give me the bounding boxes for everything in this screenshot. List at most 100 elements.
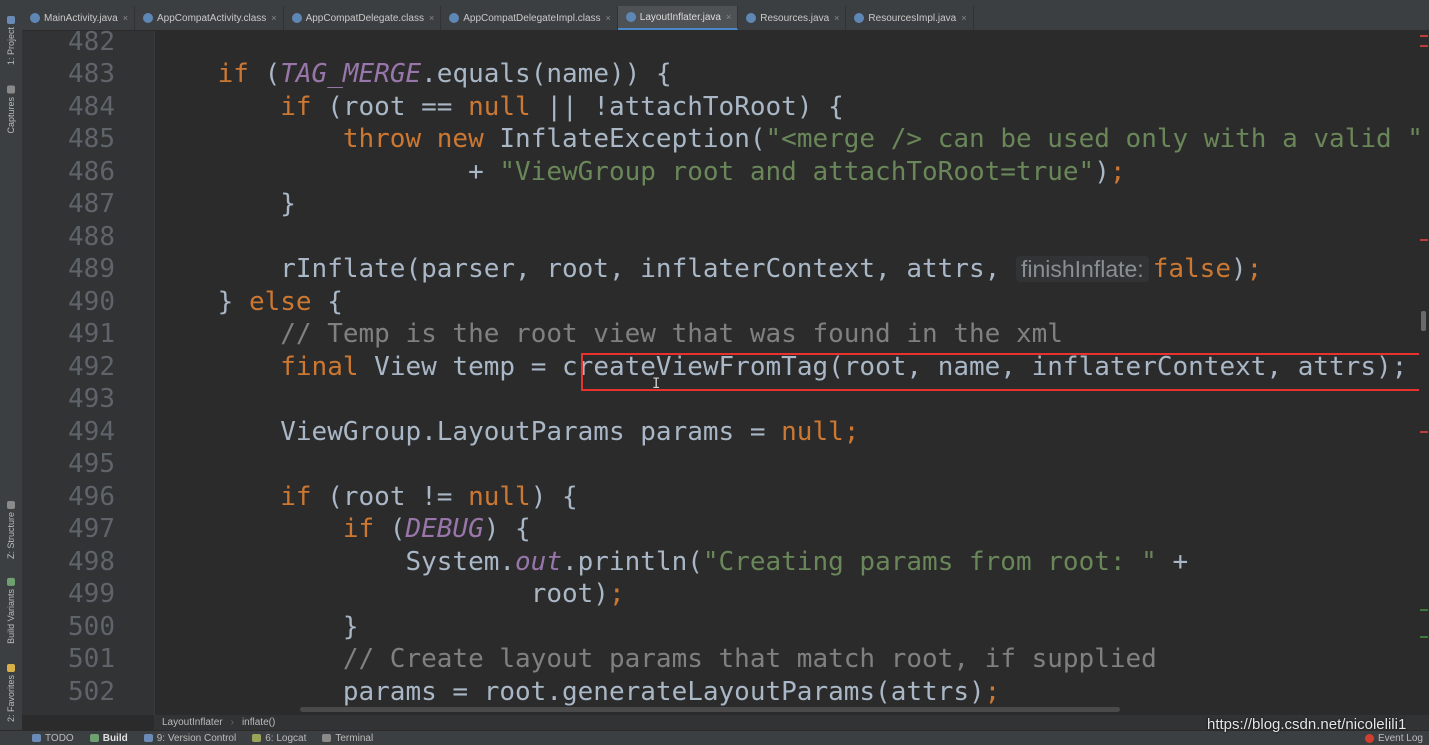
tool-window-label: Z: Structure bbox=[6, 512, 16, 560]
change-stripe-mark[interactable] bbox=[1420, 636, 1428, 638]
code-line-496: if (root != null) { bbox=[280, 482, 578, 512]
tool-window-captures[interactable]: Captures bbox=[1, 86, 21, 134]
tab-appcompatdelegate-class[interactable]: AppCompatDelegate.class × bbox=[284, 6, 442, 30]
line-number: 491 bbox=[68, 319, 115, 349]
java-class-icon bbox=[746, 13, 757, 23]
tab-label: AppCompatDelegate.class bbox=[305, 12, 424, 24]
java-class-icon bbox=[625, 12, 636, 22]
logcat-icon bbox=[252, 734, 262, 742]
tool-window-label: 9: Version Control bbox=[156, 732, 237, 744]
event-log-button[interactable]: Event Log bbox=[1364, 731, 1423, 745]
line-number: 500 bbox=[68, 612, 115, 642]
tool-window-label: Build Variants bbox=[6, 589, 16, 644]
scrollbar-thumb[interactable] bbox=[1421, 311, 1426, 331]
tool-window-label: 1: Project bbox=[6, 27, 16, 66]
line-number: 494 bbox=[68, 417, 115, 447]
error-stripe-mark[interactable] bbox=[1420, 239, 1428, 241]
line-number: 490 bbox=[68, 287, 115, 317]
line-number: 485 bbox=[68, 124, 115, 154]
tool-window-build[interactable]: Build bbox=[82, 733, 136, 744]
tool-window-label: 6: Logcat bbox=[265, 732, 307, 744]
tab-resources-java[interactable]: Resources.java × bbox=[738, 6, 847, 30]
close-icon[interactable]: × bbox=[834, 13, 839, 23]
tab-label: ResourcesImpl.java bbox=[868, 12, 957, 24]
tool-window-build-variants[interactable]: Build Variants bbox=[1, 578, 21, 644]
captures-icon bbox=[7, 86, 15, 94]
line-number: 487 bbox=[68, 189, 115, 219]
editor-tab-bar: MainActivity.java × AppCompatActivity.cl… bbox=[22, 6, 1429, 31]
line-number: 483 bbox=[68, 59, 115, 89]
line-number: 482 bbox=[68, 27, 115, 57]
error-stripe-mark[interactable] bbox=[1420, 45, 1428, 47]
tool-window-label: TODO bbox=[45, 732, 74, 744]
tab-appcompatactivity-class[interactable]: AppCompatActivity.class × bbox=[135, 6, 284, 30]
code-line-498: System.out.println("Creating params from… bbox=[405, 547, 1189, 577]
left-tool-window-bar: 1: Project Captures Z: Structure Build V… bbox=[0, 6, 23, 730]
tool-window-terminal[interactable]: Terminal bbox=[314, 733, 381, 744]
tool-window-project[interactable]: 1: Project bbox=[1, 16, 21, 65]
line-number: 492 bbox=[68, 352, 115, 382]
parameter-hint: finishInflate: bbox=[1015, 256, 1149, 282]
tool-window-structure[interactable]: Z: Structure bbox=[1, 501, 21, 559]
close-icon[interactable]: × bbox=[271, 13, 276, 23]
code-line-483: if (TAG_MERGE.equals(name)) { bbox=[217, 59, 672, 89]
text-cursor-icon: I bbox=[652, 376, 661, 392]
java-class-icon bbox=[449, 13, 460, 23]
line-number: 493 bbox=[68, 384, 115, 414]
java-class-icon bbox=[854, 13, 865, 23]
version-control-icon bbox=[143, 734, 153, 742]
close-icon[interactable]: × bbox=[726, 12, 731, 22]
code-line-502: params = root.generateLayoutParams(attrs… bbox=[342, 677, 1001, 707]
build-hammer-icon bbox=[89, 734, 99, 742]
tab-resourcesimpl-java[interactable]: ResourcesImpl.java × bbox=[846, 6, 974, 30]
highlight-annotation-box bbox=[581, 353, 1426, 391]
tab-appcompatdelegateimpl-class[interactable]: AppCompatDelegateImpl.class × bbox=[441, 6, 618, 30]
code-line-501: // Create layout params that match root,… bbox=[342, 644, 1157, 674]
favorites-star-icon bbox=[7, 664, 15, 672]
tool-window-label: Captures bbox=[6, 97, 16, 134]
breadcrumb-method[interactable]: inflate() bbox=[234, 717, 283, 728]
tab-label: AppCompatDelegateImpl.class bbox=[463, 12, 601, 24]
line-number: 495 bbox=[68, 449, 115, 479]
event-log-icon bbox=[1364, 733, 1374, 743]
tool-window-label: Build bbox=[102, 732, 128, 744]
tab-label: Resources.java bbox=[760, 12, 830, 24]
tool-window-favorites[interactable]: 2: Favorites bbox=[1, 664, 21, 722]
close-icon[interactable]: × bbox=[429, 13, 434, 23]
line-number: 499 bbox=[68, 579, 115, 609]
line-number: 488 bbox=[68, 222, 115, 252]
event-log-label: Event Log bbox=[1377, 732, 1423, 744]
java-class-icon bbox=[143, 13, 153, 23]
project-icon bbox=[7, 16, 15, 24]
tab-label: AppCompatActivity.class bbox=[157, 12, 267, 24]
code-line-494: ViewGroup.LayoutParams params = null; bbox=[280, 417, 860, 447]
code-line-491: // Temp is the root view that was found … bbox=[280, 319, 1063, 349]
error-stripe-mark[interactable] bbox=[1420, 431, 1428, 433]
tool-window-logcat[interactable]: 6: Logcat bbox=[244, 733, 314, 744]
close-icon[interactable]: × bbox=[606, 13, 611, 23]
code-line-489: rInflate(parser, root, inflaterContext, … bbox=[280, 254, 1263, 284]
code-line-487: } bbox=[280, 189, 296, 219]
close-icon[interactable]: × bbox=[961, 13, 966, 23]
code-line-499: root); bbox=[530, 579, 625, 609]
structure-icon bbox=[7, 501, 15, 509]
tab-layoutinflater-java[interactable]: LayoutInflater.java × bbox=[617, 6, 739, 30]
line-number: 484 bbox=[68, 92, 115, 122]
tool-window-label: Terminal bbox=[335, 732, 374, 744]
line-number: 501 bbox=[68, 644, 115, 674]
error-stripe-mark[interactable] bbox=[1420, 35, 1428, 37]
tool-window-version-control[interactable]: 9: Version Control bbox=[136, 733, 245, 744]
line-number: 486 bbox=[68, 157, 115, 187]
change-stripe-mark[interactable] bbox=[1420, 609, 1428, 611]
editor-scrollbar[interactable] bbox=[1419, 31, 1429, 715]
line-number: 489 bbox=[68, 254, 115, 284]
tool-window-todo[interactable]: TODO bbox=[24, 733, 82, 744]
java-class-icon bbox=[30, 13, 40, 23]
horizontal-scrollbar[interactable] bbox=[300, 707, 1120, 712]
close-icon[interactable]: × bbox=[123, 13, 128, 23]
breadcrumb-file[interactable]: LayoutInflater bbox=[154, 717, 231, 728]
line-number-gutter[interactable]: 482 483 484 485 486 487 488 489 490 491 … bbox=[22, 27, 155, 715]
line-number: 496 bbox=[68, 482, 115, 512]
tab-label: LayoutInflater.java bbox=[639, 11, 721, 23]
tab-label: MainActivity.java bbox=[44, 12, 118, 24]
